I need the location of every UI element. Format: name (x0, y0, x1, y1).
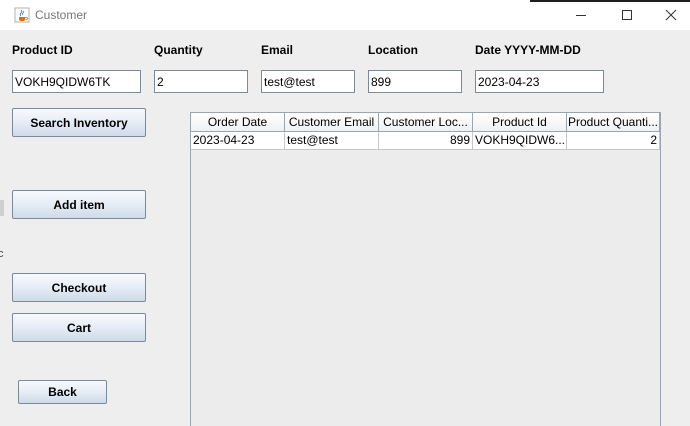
title-bar: Customer (0, 0, 690, 30)
orders-table[interactable]: Order Date Customer Email Customer Loc..… (190, 112, 661, 426)
product-id-field[interactable]: VOKH9QIDW6TK (12, 70, 141, 93)
column-header-product-id[interactable]: Product Id (473, 113, 567, 132)
cart-button[interactable]: Cart (12, 313, 146, 342)
close-icon (665, 9, 677, 21)
date-label: Date YYYY-MM-DD (475, 43, 581, 57)
table-cell-order-date[interactable]: 2023-04-23 (191, 132, 285, 150)
table-cell-customer-location[interactable]: 899 (379, 132, 473, 150)
maximize-icon (622, 10, 632, 20)
column-header-customer-location[interactable]: Customer Loc... (379, 113, 473, 132)
add-item-button[interactable]: Add item (12, 190, 146, 219)
table-cell-product-id[interactable]: VOKH9QIDW6... (473, 132, 567, 150)
product-id-label: Product ID (12, 43, 73, 57)
close-button[interactable] (648, 0, 690, 30)
column-header-customer-email[interactable]: Customer Email (285, 113, 379, 132)
table-cell-customer-email[interactable]: test@test (285, 132, 379, 150)
background-window-text: c (0, 248, 4, 260)
email-field[interactable]: test@test (261, 70, 355, 93)
window-title: Customer (35, 8, 88, 22)
java-cup-icon (14, 7, 30, 23)
email-label: Email (261, 43, 294, 57)
column-header-product-quantity[interactable]: Product Quanti... (567, 113, 660, 132)
location-field[interactable]: 899 (368, 70, 462, 93)
date-field[interactable]: 2023-04-23 (475, 70, 604, 93)
quantity-field[interactable]: 2 (154, 70, 248, 93)
minimize-icon (576, 15, 586, 16)
checkout-button[interactable]: Checkout (12, 273, 146, 302)
minimize-button[interactable] (558, 0, 604, 30)
background-window-fragment (0, 200, 4, 216)
maximize-button[interactable] (604, 0, 650, 30)
column-header-order-date[interactable]: Order Date (191, 113, 285, 132)
table-cell-product-quantity[interactable]: 2 (567, 132, 660, 150)
quantity-label: Quantity (154, 43, 203, 57)
location-label: Location (368, 43, 418, 57)
search-inventory-button[interactable]: Search Inventory (12, 108, 146, 137)
back-button[interactable]: Back (18, 380, 107, 404)
